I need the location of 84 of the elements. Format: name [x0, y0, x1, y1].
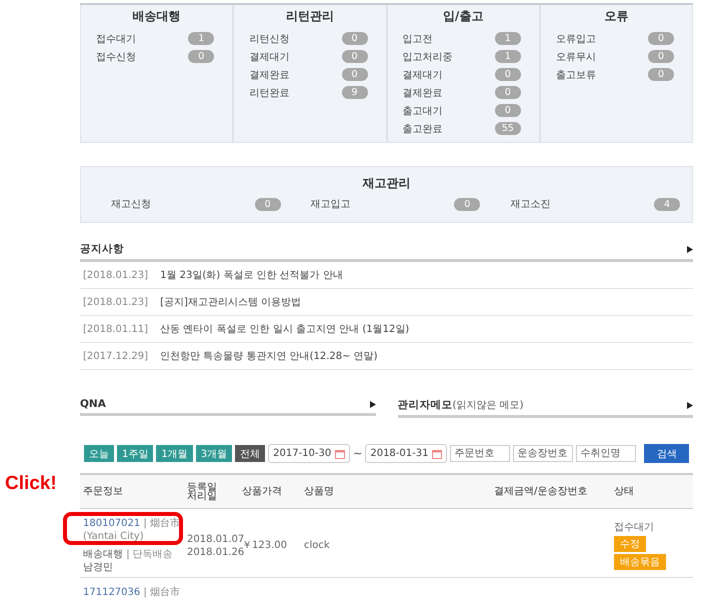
column-header: 등록일 처리일 [187, 482, 218, 500]
count-badge: 0 [494, 104, 521, 117]
callout-text: Click! [5, 473, 57, 495]
panel-title: 입/출고 [442, 8, 484, 25]
count-badge: 9 [342, 86, 368, 99]
count-badge: 0 [188, 50, 214, 63]
date-cell: 2018.01.26 [187, 546, 242, 558]
panel-title: 재고관리 [362, 175, 412, 192]
status-label[interactable]: 재고입고 [310, 197, 351, 211]
count-badge: 0 [648, 68, 674, 81]
status-label[interactable]: 입고전 [402, 32, 432, 46]
product-cell: clock [304, 540, 330, 551]
notice-link[interactable]: [공지]재고관리시스템 이용방법 [160, 295, 302, 309]
status-label[interactable]: 재고신청 [111, 197, 151, 211]
service-text: 배송대행 [83, 549, 123, 560]
panel-title: 리턴관리 [284, 8, 335, 25]
period-button[interactable]: 전체 [235, 445, 266, 462]
status-text: 접수대기 [614, 521, 654, 534]
status-label[interactable]: 출고대기 [402, 104, 442, 118]
region-text: | 烟台市 [143, 587, 180, 598]
notice-link[interactable]: 1월 23일(화) 폭설로 인한 선적불가 안내 [160, 268, 343, 282]
count-badge: 55 [494, 122, 521, 135]
status-label[interactable]: 결제대기 [249, 50, 290, 64]
count-badge: 0 [494, 68, 521, 81]
column-header: 결제금액/운송장번호 [494, 487, 588, 496]
section-note: (읽지않은 메모) [452, 400, 524, 411]
column-header: 주문정보 [83, 487, 124, 496]
notice-link[interactable]: 인천항만 특송물량 통관지연 안내(12.28~ 연말) [160, 349, 378, 363]
section-title: QNA [80, 398, 106, 410]
shipping-type-text: | 단독배송 [126, 549, 173, 560]
status-label[interactable]: 오류무시 [556, 50, 596, 64]
status-label[interactable]: 리턴신청 [249, 32, 290, 46]
triangle-icon[interactable] [687, 402, 693, 408]
column-header: 상태 [614, 487, 635, 496]
count-badge: 0 [494, 86, 521, 99]
status-label[interactable]: 접수신청 [96, 50, 136, 64]
count-badge: 0 [342, 50, 368, 63]
order-number-link[interactable]: 180107021 [83, 518, 140, 529]
column-header: 상품가격 [242, 487, 283, 496]
count-badge: 0 [254, 198, 281, 210]
status-label[interactable]: 오류입고 [556, 32, 596, 46]
notice-date: [2018.01.23] [83, 270, 148, 280]
recipient-name: 남경민 [83, 562, 113, 573]
count-badge: 4 [654, 198, 680, 210]
status-label[interactable]: 결제대기 [402, 68, 442, 82]
status-label[interactable]: 결제완료 [249, 68, 290, 82]
price-cell: ￥123.00 [242, 540, 287, 551]
status-label[interactable]: 출고완료 [402, 122, 442, 136]
range-separator: ~ [353, 447, 362, 460]
status-label[interactable]: 결제완료 [402, 86, 442, 100]
status-label[interactable]: 접수대기 [96, 32, 136, 46]
status-label[interactable]: 출고보류 [556, 68, 596, 82]
search-button[interactable]: 검색 [644, 444, 690, 463]
column-header: 상품명 [304, 487, 335, 496]
search-input[interactable]: 주문번호 [450, 445, 510, 462]
notice-date: [2018.01.11] [83, 324, 148, 334]
order-number-link[interactable]: 171127036 [83, 587, 140, 598]
region-text: | 烟台市 [143, 518, 180, 529]
date-field[interactable]: 2017-10-30 [268, 444, 350, 463]
notice-date: [2018.01.23] [83, 296, 148, 308]
count-badge: 0 [648, 50, 674, 63]
count-badge: 0 [454, 198, 480, 210]
panel-title: 오류 [603, 8, 630, 25]
status-label[interactable]: 재고소진 [510, 197, 550, 211]
search-input[interactable]: 수취인명 [576, 445, 636, 462]
date-field[interactable]: 2018-01-31 [365, 444, 448, 463]
notice-link[interactable]: 산동 옌타이 폭설로 인한 일시 출고지연 안내 (1월12일) [160, 322, 410, 336]
panel-title: 배송대행 [132, 8, 182, 25]
status-label[interactable]: 리턴완료 [249, 86, 290, 100]
section-title: 공지사항 [80, 242, 124, 256]
triangle-icon[interactable] [687, 246, 693, 252]
count-badge: 1 [188, 32, 214, 45]
count-badge: 1 [494, 32, 521, 45]
region-text: (Yantai City) [83, 531, 144, 542]
count-badge: 0 [648, 32, 674, 45]
count-badge: 0 [342, 32, 368, 45]
section-title: 관리자메모 [398, 399, 452, 411]
count-badge: 1 [494, 50, 521, 63]
count-badge: 0 [342, 68, 368, 81]
date-cell: 2018.01.07 [187, 532, 242, 546]
triangle-icon[interactable] [370, 400, 376, 408]
search-input[interactable]: 운송장번호 [513, 445, 574, 462]
status-label[interactable]: 입고처리중 [402, 50, 452, 64]
notice-date: [2017.12.29] [83, 350, 148, 362]
